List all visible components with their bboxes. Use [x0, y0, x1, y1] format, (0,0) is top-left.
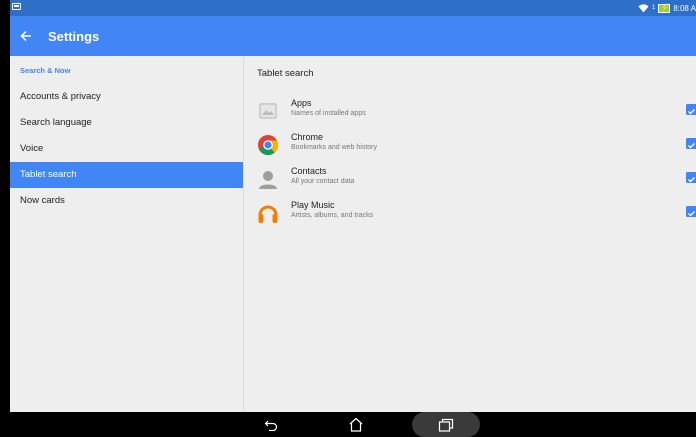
- play-music-icon: [258, 205, 278, 223]
- option-name: Apps: [291, 98, 312, 108]
- app-bar: Settings: [10, 16, 696, 56]
- page-title: Settings: [48, 28, 100, 44]
- contacts-icon: [259, 171, 277, 189]
- option-contacts[interactable]: Contacts All your contact data: [255, 164, 696, 198]
- play-music-checkbox[interactable]: [686, 206, 696, 217]
- notification-icon: [12, 3, 21, 10]
- option-name: Chrome: [291, 132, 324, 142]
- sidebar: Search & Now Accounts & privacy Search l…: [10, 56, 244, 412]
- nav-recents-button[interactable]: [412, 412, 480, 437]
- back-button[interactable]: [12, 16, 40, 56]
- check-icon: [688, 211, 695, 217]
- check-icon: [688, 143, 695, 149]
- home-icon: [349, 417, 363, 432]
- back-icon: [264, 420, 278, 431]
- check-icon: [688, 177, 695, 183]
- nav-home-button[interactable]: [343, 414, 369, 435]
- sidebar-item-accounts-privacy[interactable]: Accounts & privacy: [10, 84, 243, 110]
- check-icon: [688, 109, 695, 115]
- sidebar-item-search-language[interactable]: Search language: [10, 110, 243, 136]
- status-bar: 1 8:08 A: [10, 0, 696, 16]
- option-description: Names of installed apps: [291, 110, 366, 117]
- sidebar-item-now-cards[interactable]: Now cards: [10, 188, 243, 214]
- arrow-left-icon: [20, 30, 31, 42]
- option-apps[interactable]: Apps Names of installed apps: [255, 96, 696, 130]
- sidebar-item-tablet-search[interactable]: Tablet search: [10, 162, 243, 188]
- option-name: Contacts: [291, 166, 327, 176]
- wifi-icon: [638, 3, 649, 12]
- chrome-icon: [258, 135, 279, 156]
- section-title: Tablet search: [257, 68, 314, 79]
- main-content: Tablet search Apps Names of installed ap…: [245, 56, 696, 412]
- sim-indicator: 1: [651, 5, 656, 11]
- contacts-checkbox[interactable]: [686, 172, 696, 183]
- screen: 1 8:08 A Settings Search & Now Accounts …: [10, 0, 696, 437]
- nav-back-button[interactable]: [258, 414, 284, 435]
- option-play-music[interactable]: Play Music Artists, albums, and tracks: [255, 198, 696, 232]
- option-name: Play Music: [291, 200, 335, 210]
- option-description: Artists, albums, and tracks: [291, 212, 374, 219]
- recents-icon: [438, 418, 454, 432]
- status-time: 8:08 A: [673, 3, 696, 13]
- apps-icon: [259, 103, 277, 119]
- option-description: Bookmarks and web history: [291, 144, 377, 151]
- sidebar-item-voice[interactable]: Voice: [10, 136, 243, 162]
- chrome-checkbox[interactable]: [686, 138, 696, 149]
- battery-charging-icon: [658, 3, 671, 13]
- sidebar-section-header: Search & Now: [20, 66, 71, 75]
- navigation-bar: [10, 412, 696, 437]
- option-description: All your contact data: [291, 178, 355, 185]
- option-chrome[interactable]: Chrome Bookmarks and web history: [255, 130, 696, 164]
- status-icons: 1 8:08 A: [638, 1, 696, 15]
- apps-checkbox[interactable]: [686, 104, 696, 115]
